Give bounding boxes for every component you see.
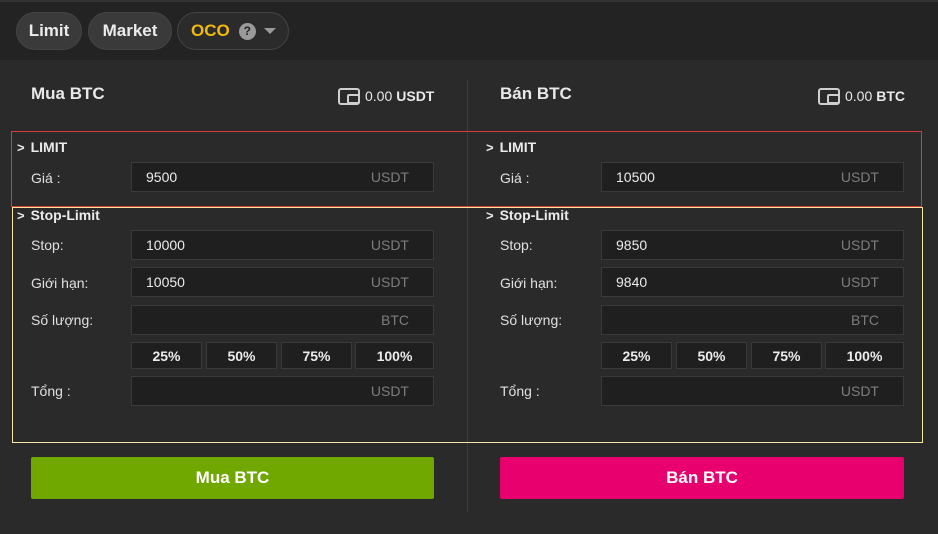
buy-percent-50[interactable]: 50%: [206, 342, 277, 369]
sell-balance: 0.00 BTC: [818, 86, 905, 106]
buy-percent-75[interactable]: 75%: [281, 342, 352, 369]
tab-oco-label: OCO: [191, 21, 230, 40]
sell-price-value: 10500: [616, 169, 655, 185]
sell-title: Bán BTC: [500, 84, 572, 103]
tab-limit[interactable]: Limit: [16, 12, 82, 50]
buy-limit-section[interactable]: > LIMIT: [17, 139, 67, 155]
sell-total-input[interactable]: USDT: [601, 376, 904, 406]
buy-stop-limit-section[interactable]: > Stop-Limit: [17, 207, 100, 223]
buy-amount-label: Số lượng:: [31, 312, 94, 328]
buy-price-label: Giá :: [31, 170, 61, 186]
buy-total-input[interactable]: USDT: [131, 376, 434, 406]
tab-market[interactable]: Market: [88, 12, 172, 50]
buy-price-unit: USDT: [370, 169, 409, 185]
sell-price-input[interactable]: 10500 USDT: [601, 162, 904, 192]
buy-percent-100[interactable]: 100%: [355, 342, 434, 369]
chevron-right-icon: >: [17, 208, 25, 223]
buy-stop-label: Stop:: [31, 237, 64, 253]
sell-stop-label: Stop:: [500, 237, 533, 253]
buy-limit-input[interactable]: 10050 USDT: [131, 267, 434, 297]
buy-stop-unit: USDT: [370, 237, 409, 253]
buy-stop-limit-section-label: Stop-Limit: [30, 207, 100, 223]
buy-limit-unit: USDT: [370, 274, 409, 290]
buy-total-unit: USDT: [370, 383, 409, 399]
chevron-right-icon: >: [486, 140, 494, 155]
sell-balance-value: 0.00: [845, 88, 873, 104]
buy-total-label: Tổng :: [31, 383, 71, 399]
chevron-right-icon: >: [17, 140, 25, 155]
buy-amount-input[interactable]: BTC: [131, 305, 434, 335]
sell-limit-label: Giới hạn:: [500, 275, 558, 291]
buy-stop-value: 10000: [146, 237, 185, 253]
sell-amount-unit: BTC: [851, 312, 879, 328]
sell-limit-section-label: LIMIT: [499, 139, 537, 155]
help-icon[interactable]: ?: [238, 22, 256, 40]
sell-limit-input[interactable]: 9840 USDT: [601, 267, 904, 297]
order-type-bar: Limit Market OCO ?: [0, 0, 938, 60]
sell-stop-unit: USDT: [840, 237, 879, 253]
caret-down-icon[interactable]: [263, 28, 276, 34]
sell-stop-limit-section[interactable]: > Stop-Limit: [486, 207, 569, 223]
buy-amount-unit: BTC: [381, 312, 409, 328]
sell-stop-value: 9850: [616, 237, 648, 253]
sell-limit-value: 9840: [616, 274, 648, 290]
sell-percent-25[interactable]: 25%: [601, 342, 672, 369]
buy-percent-25[interactable]: 25%: [131, 342, 202, 369]
sell-limit-unit: USDT: [840, 274, 879, 290]
sell-amount-label: Số lượng:: [500, 312, 563, 328]
buy-limit-value: 10050: [146, 274, 185, 290]
divider: [0, 0, 938, 2]
sell-price-unit: USDT: [840, 169, 879, 185]
buy-title: Mua BTC: [31, 84, 105, 103]
chevron-right-icon: >: [486, 208, 494, 223]
tab-oco[interactable]: OCO ?: [177, 12, 289, 50]
buy-price-value: 9500: [146, 169, 178, 185]
buy-balance-value: 0.00: [365, 88, 393, 104]
sell-btc-button[interactable]: Bán BTC: [500, 457, 904, 499]
sell-total-label: Tổng :: [500, 383, 540, 399]
wallet-icon: [818, 87, 840, 105]
sell-amount-input[interactable]: BTC: [601, 305, 904, 335]
sell-total-unit: USDT: [840, 383, 879, 399]
wallet-icon: [338, 87, 360, 105]
sell-stop-limit-section-label: Stop-Limit: [499, 207, 569, 223]
sell-limit-section[interactable]: > LIMIT: [486, 139, 536, 155]
buy-balance: 0.00 USDT: [338, 86, 434, 106]
buy-btc-button[interactable]: Mua BTC: [31, 457, 434, 499]
buy-limit-section-label: LIMIT: [30, 139, 68, 155]
buy-price-input[interactable]: 9500 USDT: [131, 162, 434, 192]
sell-price-label: Giá :: [500, 170, 530, 186]
sell-percent-75[interactable]: 75%: [751, 342, 822, 369]
sell-stop-input[interactable]: 9850 USDT: [601, 230, 904, 260]
sell-percent-100[interactable]: 100%: [825, 342, 904, 369]
sell-balance-unit: BTC: [876, 88, 906, 104]
sell-percent-50[interactable]: 50%: [676, 342, 747, 369]
buy-limit-label: Giới hạn:: [31, 275, 89, 291]
buy-balance-unit: USDT: [396, 88, 435, 104]
buy-stop-input[interactable]: 10000 USDT: [131, 230, 434, 260]
